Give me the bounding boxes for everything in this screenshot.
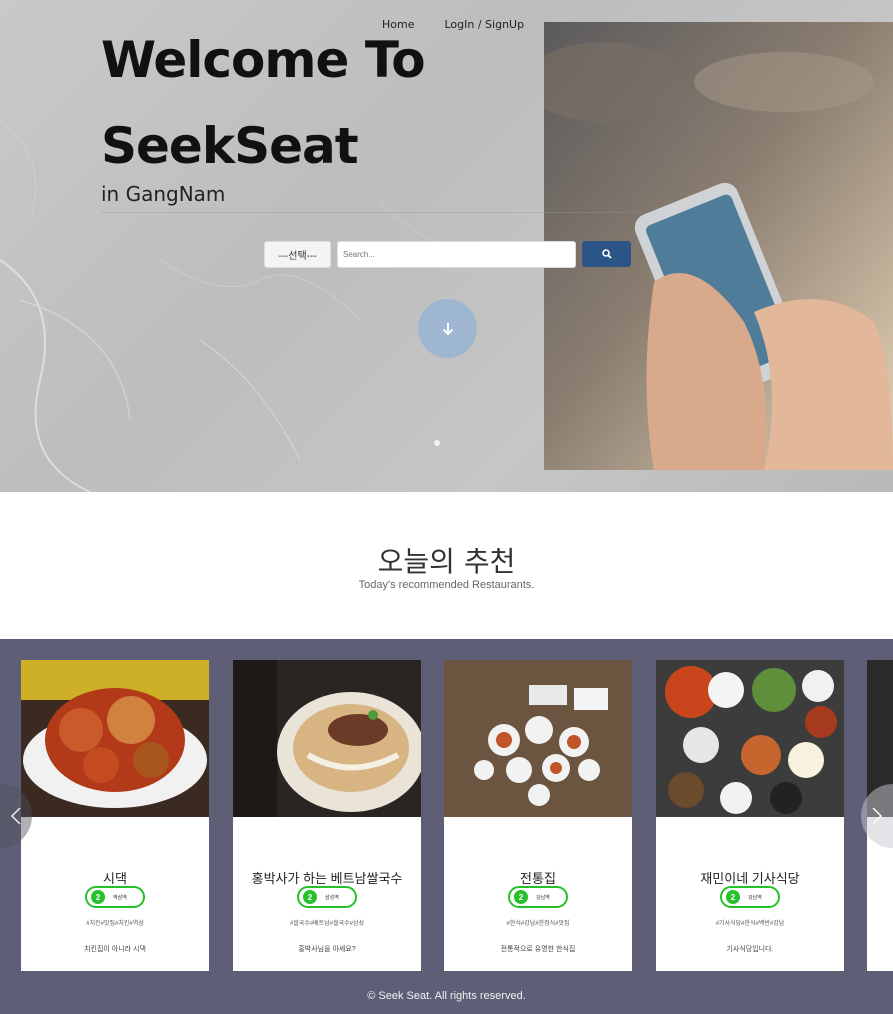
search-input[interactable] (337, 241, 576, 268)
hero-dot (434, 440, 440, 446)
line-number: 2 (91, 890, 105, 904)
restaurant-name: 홍박사가 하는 베트남쌀국수 (251, 871, 403, 886)
subway-badge: 2 삼성역 (297, 886, 357, 908)
chevron-left-icon (10, 807, 21, 825)
hero-section: Home LogIn / SignUp Welcome To SeekSeat … (0, 0, 893, 492)
restaurant-card[interactable]: 재민이네 기사식당 2 강남역 #기사식당#한식#백반#강남 기사식당입니다. (656, 660, 844, 971)
subway-badge: 2 강남역 (508, 886, 568, 908)
arrow-down-icon (442, 322, 453, 335)
footer-copyright: © Seek Seat. All rights reserved. (367, 990, 526, 1002)
hero-title: Welcome To SeekSeat in GangNam (101, 30, 426, 206)
restaurant-name: 재민이네 기사식당 (700, 871, 800, 886)
hero-line-2: SeekSeat (101, 117, 359, 175)
line-number: 2 (514, 890, 528, 904)
subway-badge: 2 역삼역 (85, 886, 145, 908)
restaurant-card[interactable]: 홍박사가 하는 베트남쌀국수 2 삼성역 #쌀국수#베트남#쌀국수#삼성 홍박사… (233, 660, 421, 971)
restaurant-image (21, 660, 209, 817)
chevron-right-icon (872, 807, 883, 825)
line-number: 2 (726, 890, 740, 904)
station-name: 삼성역 (325, 894, 339, 901)
nav-login-link[interactable]: LogIn / SignUp (444, 18, 524, 31)
scroll-down-button[interactable] (418, 299, 477, 358)
line-number: 2 (303, 890, 317, 904)
restaurant-carousel: 시댁 2 역삼역 #치킨#맛집#치킨#역삼 치킨집이 아니라 시댁 홍박사가 하… (0, 639, 893, 1014)
restaurant-desc: 전통적으로 유명한 한식집 (500, 946, 576, 953)
restaurant-name: 전통집 (520, 871, 556, 886)
recommend-subtitle: Today's recommended Restaurants. (358, 579, 535, 591)
restaurant-tags: #쌀국수#베트남#쌀국수#삼성 (289, 921, 365, 927)
restaurant-desc: 치킨집이 아니라 시댁 (84, 946, 146, 953)
restaurant-tags: #기사식당#한식#백반#강남 (715, 921, 785, 927)
station-name: 역삼역 (113, 894, 127, 901)
recommend-title: 오늘의 추천 (377, 545, 516, 578)
restaurant-tags: #한식#강남#한정식#맛집 (506, 921, 570, 927)
restaurant-image (233, 660, 421, 817)
restaurant-desc: 홍박사님을 아세요? (298, 946, 356, 953)
hero-line-3: in GangNam (101, 182, 226, 206)
subway-badge: 2 강남역 (720, 886, 780, 908)
station-name: 강남역 (536, 894, 550, 901)
search-bar: ---선택--- (264, 241, 631, 268)
restaurant-image (444, 660, 632, 817)
station-name: 강남역 (748, 894, 762, 901)
restaurant-name: 시댁 (103, 871, 127, 886)
search-button[interactable] (582, 241, 631, 267)
restaurant-card[interactable]: 시댁 2 역삼역 #치킨#맛집#치킨#역삼 치킨집이 아니라 시댁 (21, 660, 209, 971)
restaurant-card[interactable]: 전통집 2 강남역 #한식#강남#한정식#맛집 전통적으로 유명한 한식집 (444, 660, 632, 971)
hero-line-1: Welcome To (101, 31, 426, 89)
category-select[interactable]: ---선택--- (264, 241, 331, 268)
restaurant-image (656, 660, 844, 817)
restaurant-tags: #치킨#맛집#치킨#역삼 (86, 921, 144, 927)
search-icon (601, 249, 612, 259)
hero-divider (101, 212, 645, 213)
restaurant-desc: 기사식당입니다. (726, 946, 774, 953)
